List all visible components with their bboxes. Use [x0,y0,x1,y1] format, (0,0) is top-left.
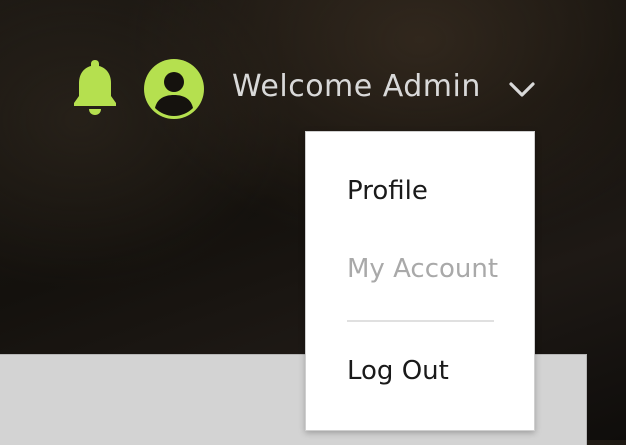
user-avatar-icon[interactable] [143,58,205,120]
user-dropdown-menu: Profile My Account Log Out [305,131,535,431]
menu-item-profile[interactable]: Profile [347,174,428,208]
menu-divider [347,320,494,322]
top-header-bar: Welcome Admin [0,0,626,130]
menu-item-log-out[interactable]: Log Out [347,354,449,388]
menu-item-my-account[interactable]: My Account [347,252,498,286]
welcome-user-label[interactable]: Welcome Admin [232,67,481,107]
chevron-down-icon[interactable] [508,80,536,100]
bell-icon[interactable] [72,58,118,116]
